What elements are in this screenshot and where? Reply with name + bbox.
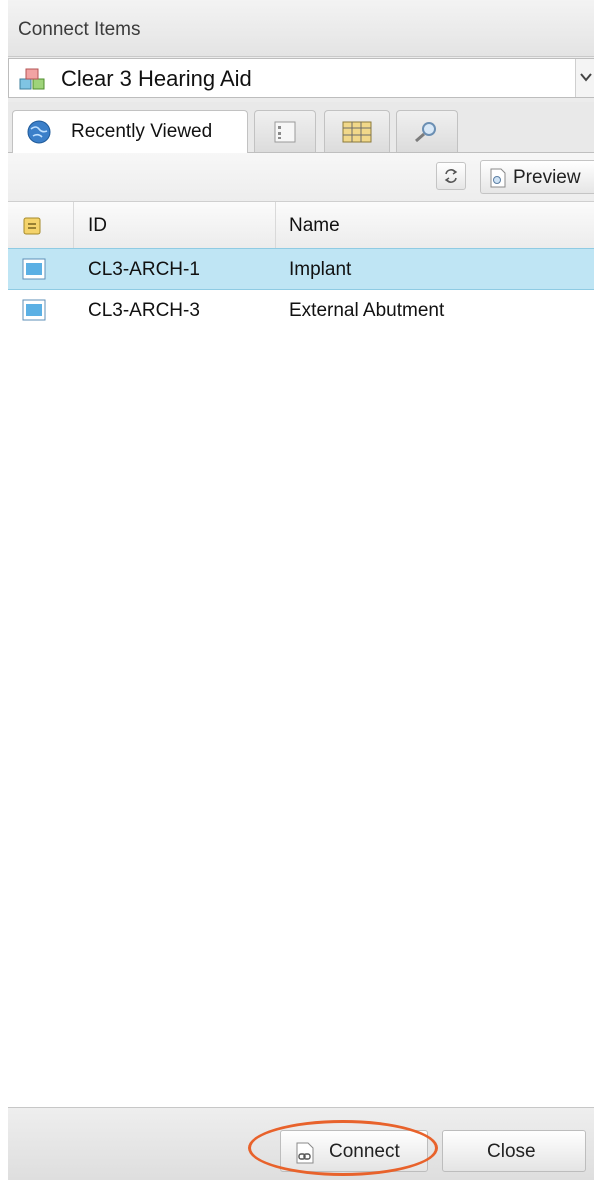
items-grid: ID Name CL3-ARCH-1 Implant CL3-ARCH-3 Ex… bbox=[8, 202, 594, 1108]
grid-view-icon bbox=[342, 121, 372, 148]
connect-icon bbox=[295, 1142, 315, 1169]
dropdown-arrow[interactable] bbox=[575, 59, 594, 97]
item-icon bbox=[22, 299, 46, 321]
search-icon bbox=[413, 120, 439, 149]
column-chooser-icon bbox=[23, 217, 41, 240]
column-header-id[interactable]: ID bbox=[74, 202, 276, 248]
refresh-button[interactable] bbox=[436, 162, 466, 190]
cell-name: Implant bbox=[289, 259, 352, 280]
column-header-name[interactable]: Name bbox=[276, 202, 594, 248]
table-row[interactable]: CL3-ARCH-3 External Abutment bbox=[8, 290, 594, 332]
project-icon bbox=[19, 67, 45, 91]
cell-id: CL3-ARCH-1 bbox=[88, 259, 200, 280]
column-header-label: ID bbox=[88, 215, 107, 236]
preview-button[interactable]: Preview bbox=[480, 160, 594, 194]
cell-id: CL3-ARCH-3 bbox=[88, 300, 200, 321]
grid-header: ID Name bbox=[8, 202, 594, 249]
tab-tree-view[interactable] bbox=[254, 110, 316, 152]
project-select[interactable]: Clear 3 Hearing Aid bbox=[8, 58, 594, 98]
item-icon bbox=[22, 258, 46, 280]
toolbar: Preview bbox=[8, 153, 594, 202]
refresh-icon bbox=[443, 168, 459, 189]
column-header-label: Name bbox=[289, 215, 340, 236]
dialog-footer: Connect Close bbox=[8, 1108, 594, 1180]
tab-grid-view[interactable] bbox=[324, 110, 390, 152]
tab-label: Recently Viewed bbox=[71, 121, 213, 142]
connect-label: Connect bbox=[329, 1141, 400, 1162]
tab-recently-viewed[interactable]: Recently Viewed bbox=[12, 110, 248, 154]
preview-icon bbox=[489, 168, 507, 193]
table-row[interactable]: CL3-ARCH-1 Implant bbox=[8, 248, 594, 290]
dialog-title-bar: Connect Items bbox=[8, 0, 594, 57]
cell-name: External Abutment bbox=[289, 300, 445, 321]
tab-search[interactable] bbox=[396, 110, 458, 152]
preview-label: Preview bbox=[513, 167, 581, 188]
connect-items-dialog: Connect Items Clear 3 Hearing Aid Recent… bbox=[8, 0, 594, 1180]
close-button[interactable]: Close bbox=[442, 1130, 586, 1172]
dialog-title: Connect Items bbox=[18, 19, 141, 40]
column-header-icon[interactable] bbox=[8, 202, 74, 248]
close-label: Close bbox=[487, 1141, 536, 1162]
connect-button[interactable]: Connect bbox=[280, 1130, 428, 1172]
project-select-value: Clear 3 Hearing Aid bbox=[61, 66, 252, 91]
globe-icon bbox=[27, 120, 51, 144]
tree-icon bbox=[274, 121, 296, 148]
tab-strip: Recently Viewed bbox=[8, 102, 594, 154]
